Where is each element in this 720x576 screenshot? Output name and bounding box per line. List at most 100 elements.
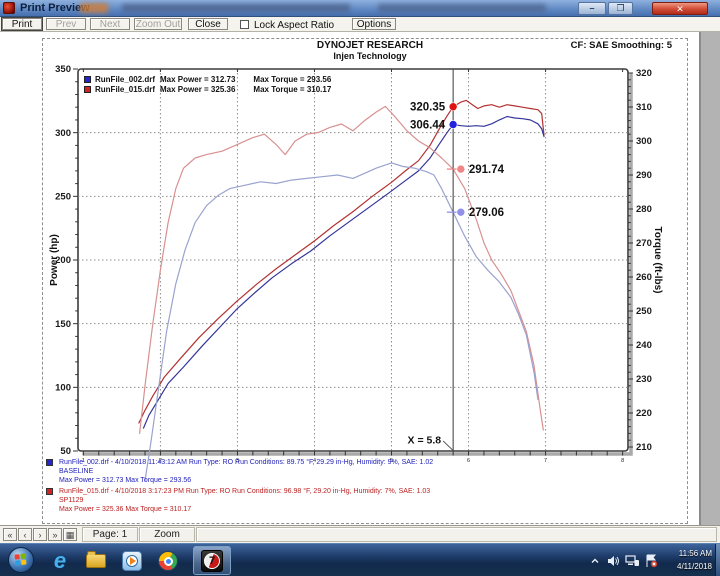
network-tray-icon[interactable] (625, 544, 640, 576)
windows-logo-icon (14, 553, 27, 566)
tick-label-rpm: 8 (621, 458, 624, 464)
start-button[interactable] (8, 547, 34, 573)
tick-label-torque: 220 (636, 408, 652, 419)
maximize-button[interactable]: ❐ (608, 2, 633, 15)
show-desktop-button[interactable] (715, 544, 720, 576)
tick-label-torque: 320 (636, 68, 652, 79)
page-indicator: Page: 1 (82, 527, 138, 542)
taskbar-clock[interactable]: 11:56 AM 4/11/2018 (660, 547, 712, 573)
run-line2: BASELINE (59, 468, 94, 475)
tick-label-torque: 260 (636, 272, 652, 283)
torque-axis-title: Torque (ft-lbs) (652, 226, 663, 293)
run-swatch-red (46, 488, 53, 495)
chrome-icon (158, 551, 178, 571)
taskbar-item-media-player[interactable] (120, 549, 144, 573)
tick-label-power: 350 (55, 64, 71, 75)
network-icon (625, 554, 639, 566)
marker-dot (456, 207, 466, 217)
internet-explorer-icon: e (53, 548, 67, 573)
title-bar: Print Preview – ❐ ✕ (0, 0, 720, 17)
power-axis-title: Power (hp) (49, 234, 60, 286)
lock-aspect-ratio-label: Lock Aspect Ratio (254, 20, 335, 31)
next-button[interactable]: Next (90, 18, 130, 30)
print-button[interactable]: Print (1, 17, 43, 31)
tick-label-power: 300 (55, 128, 71, 139)
legend-row: RunFile_015.drf Max Power = 325.36 Max T… (84, 85, 331, 94)
run-line3: Max Power = 312.73 Max Torque = 293.56 (59, 477, 192, 484)
legend-swatch-blue (84, 76, 91, 83)
tick-label-power: 100 (55, 383, 71, 394)
tick-label-torque: 230 (636, 374, 652, 385)
lock-aspect-ratio-checkbox[interactable] (240, 20, 249, 29)
tick-label-torque: 210 (636, 442, 652, 453)
media-player-icon (122, 551, 142, 571)
prev-button[interactable]: Prev (46, 18, 86, 30)
app-icon (3, 2, 15, 14)
speaker-icon (608, 555, 619, 566)
last-page-button[interactable]: » (48, 528, 62, 541)
legend-max-torque: Max Torque = 310.17 (253, 85, 332, 94)
volume-tray-icon[interactable] (606, 544, 620, 576)
marker-dot (448, 102, 458, 112)
prev-page-button[interactable]: ‹ (18, 528, 32, 541)
legend-swatch-red (84, 86, 91, 93)
run-annotation-sp1129: RunFile_015.drf - 4/10/2018 3:17:23 PM R… (46, 487, 430, 514)
legend-max-power: Max Power = 312.73 (160, 75, 236, 84)
marker-label: 320.35 (410, 102, 446, 114)
chevron-up-icon (591, 558, 599, 563)
close-window-button[interactable]: ✕ (652, 2, 708, 15)
next-page-button[interactable]: › (33, 528, 47, 541)
tick-label-torque: 290 (636, 170, 652, 181)
folder-icon (86, 551, 106, 568)
dynojet-app-icon: 7 (201, 549, 223, 572)
marker-dot (456, 164, 466, 174)
clock-time: 11:56 AM (678, 549, 712, 558)
tick-label-power: 150 (55, 319, 71, 330)
tick-label-torque: 280 (636, 204, 652, 215)
taskbar-item-chrome[interactable] (156, 549, 180, 573)
cursor-x-label: X = 5.8 (408, 435, 442, 447)
thumbnail-view-button[interactable]: ▦ (63, 528, 77, 541)
legend-row: RunFile_002.drf Max Power = 312.73 Max T… (84, 75, 331, 84)
run-line1: RunFile_015.drf - 4/10/2018 3:17:23 PM R… (59, 488, 431, 495)
minimize-button[interactable]: – (578, 2, 606, 15)
run-line1: RunFile_002.drf - 4/10/2018 11:43:12 AM … (59, 459, 434, 466)
taskbar-item-winpep-active[interactable]: 7 (193, 546, 231, 575)
tick-label-torque: 250 (636, 306, 652, 317)
screen: Print Preview – ❐ ✕ Print Prev Next Zoom… (0, 0, 720, 576)
tick-label-power: 50 (60, 446, 71, 457)
close-preview-button[interactable]: Close (188, 18, 228, 30)
dyno-chart[interactable]: 3503002502001501005032031030029028027026… (0, 32, 720, 525)
clock-date: 4/11/2018 (677, 562, 712, 571)
tick-label-rpm: 6 (467, 458, 470, 464)
legend-file: RunFile_015.drf (95, 85, 156, 94)
tick-label-torque: 240 (636, 340, 652, 351)
print-preview-toolbar: Print Prev Next Zoom Out Close Lock Aspe… (0, 17, 720, 32)
taskbar-item-internet-explorer[interactable]: e (48, 549, 72, 573)
tick-label-torque: 300 (636, 136, 652, 147)
redacted-title-text (122, 4, 350, 12)
legend-max-power: Max Power = 325.36 (160, 85, 236, 94)
marker-label: 291.74 (469, 164, 505, 176)
taskbar: e 7 11:56 AM 4/11/2018 (0, 543, 720, 576)
options-button[interactable]: Options (352, 18, 396, 30)
tick-label-torque: 310 (636, 102, 652, 113)
run-annotation-baseline: RunFile_002.drf - 4/10/2018 11:43:12 AM … (46, 458, 433, 485)
marker-dot (448, 120, 458, 129)
taskbar-item-explorer[interactable] (84, 549, 108, 573)
action-center-tray-icon[interactable] (644, 544, 658, 576)
legend-file: RunFile_002.drf (95, 75, 156, 84)
tick-label-power: 250 (55, 192, 71, 203)
flag-icon (646, 554, 658, 567)
preview-footer: « ‹ › » ▦ Page: 1 Zoom (0, 525, 720, 543)
first-page-button[interactable]: « (3, 528, 17, 541)
preview-area: DYNOJET RESEARCH Injen Technology CF: SA… (0, 32, 720, 525)
marker-label: 306.44 (410, 119, 446, 131)
zoom-out-button[interactable]: Zoom Out (134, 18, 182, 30)
tray-expand-button[interactable] (590, 544, 600, 576)
tick-label-rpm: 7 (544, 458, 547, 464)
redacted-title-text (80, 3, 108, 13)
status-panel (196, 527, 717, 542)
legend-max-torque: Max Torque = 293.56 (253, 75, 332, 84)
zoom-indicator[interactable]: Zoom (139, 527, 195, 542)
